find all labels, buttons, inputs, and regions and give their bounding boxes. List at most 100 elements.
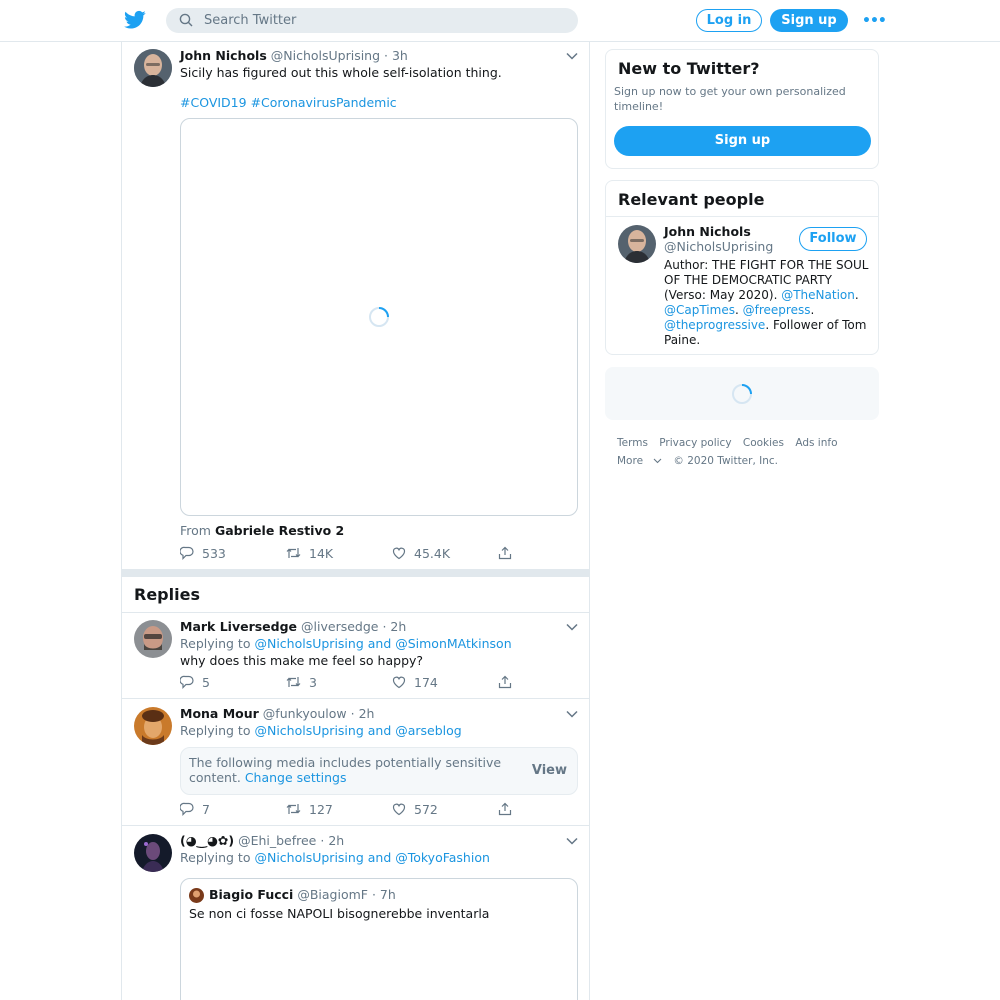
person-bio: Author: THE FIGHT FOR THE SOUL OF THE DE… — [664, 258, 872, 348]
person-handle[interactable]: @NicholsUprising — [664, 239, 773, 254]
new-to-twitter-title: New to Twitter? — [618, 59, 760, 78]
search-icon — [179, 13, 193, 27]
retweet-button[interactable]: 127 — [286, 799, 333, 819]
main-column: John Nichols @NicholsUprising · 3h Sicil… — [121, 42, 590, 1000]
share-button[interactable] — [498, 672, 520, 692]
avatar[interactable] — [134, 834, 172, 872]
avatar-john-nichols-image — [618, 225, 656, 263]
retweet-button[interactable]: 14K — [286, 543, 333, 563]
bio-punctuation: . — [810, 303, 815, 317]
reply-author-name[interactable]: Mark Liversedge — [180, 619, 297, 634]
avatar-mark-liversedge-image — [134, 620, 172, 658]
replying-to-users[interactable]: @NicholsUprising and @TokyoFashion — [254, 850, 489, 865]
view-sensitive-button[interactable]: View — [532, 763, 567, 778]
twitter-bird-icon[interactable] — [124, 10, 146, 30]
divider — [122, 825, 589, 826]
chevron-down-icon[interactable] — [566, 623, 578, 631]
new-to-twitter-card: New to Twitter? Sign up now to get your … — [605, 49, 879, 169]
replying-to-label: Replying to — [180, 723, 251, 738]
tweet-media[interactable] — [180, 118, 578, 516]
signup-button[interactable]: Sign up — [770, 9, 848, 32]
footer-cookies-link[interactable]: Cookies — [743, 437, 784, 449]
retweet-count: 127 — [309, 801, 333, 817]
footer-privacy-link[interactable]: Privacy policy — [659, 437, 731, 449]
quoted-time[interactable]: · 7h — [372, 887, 396, 902]
quoted-tweet[interactable]: Biagio Fucci @BiagiomF · 7h Se non ci fo… — [180, 878, 578, 1000]
replying-to-label: Replying to — [180, 636, 251, 651]
search-input[interactable] — [204, 8, 564, 33]
avatar-mona-mour-image — [134, 707, 172, 745]
top-bar: Log in Sign up ••• — [0, 0, 1000, 42]
bio-mention[interactable]: @theprogressive — [664, 318, 765, 332]
loading-spinner-icon — [732, 384, 752, 404]
bio-mention[interactable]: @freepress — [743, 303, 811, 317]
footer-terms-link[interactable]: Terms — [617, 437, 648, 449]
share-button[interactable] — [498, 799, 520, 819]
tweet-author-handle[interactable]: @NicholsUprising — [271, 48, 380, 63]
reply-button[interactable]: 533 — [180, 543, 226, 563]
avatar-biagio-fucci-image — [189, 888, 204, 903]
avatar[interactable] — [134, 49, 172, 87]
share-icon — [498, 802, 512, 816]
sidebar-footer: Terms Privacy policy Cookies Ads info Mo… — [617, 434, 877, 470]
like-icon — [392, 547, 406, 560]
change-settings-link[interactable]: Change settings — [245, 770, 347, 785]
retweet-count: 14K — [309, 545, 334, 561]
avatar[interactable] — [134, 707, 172, 745]
sidebar-signup-button[interactable]: Sign up — [614, 126, 871, 156]
login-button[interactable]: Log in — [696, 9, 762, 32]
reply-count: 5 — [202, 674, 210, 690]
like-button[interactable]: 572 — [392, 799, 438, 819]
reply-button[interactable]: 5 — [180, 672, 210, 692]
hashtag-coronaviruspandemic[interactable]: #CoronavirusPandemic — [251, 95, 397, 110]
tweet-text: Sicily has figured out this whole self-i… — [180, 65, 502, 80]
reply-count: 533 — [202, 545, 226, 561]
more-menu-button[interactable]: ••• — [862, 13, 887, 29]
replying-to-users[interactable]: @NicholsUprising and @SimonMAtkinson — [254, 636, 511, 651]
media-source-label: From — [180, 523, 211, 538]
reply-text: why does this make me feel so happy? — [180, 653, 424, 668]
like-button[interactable]: 45.4K — [392, 543, 450, 563]
reply-author-handle[interactable]: @Ehi_befree — [238, 833, 316, 848]
reply-actions: 7 127 572 — [180, 799, 580, 819]
footer-ads-link[interactable]: Ads info — [795, 437, 837, 449]
tweet-actions: 533 14K 45.4K — [180, 543, 580, 563]
media-source-name[interactable]: Gabriele Restivo 2 — [215, 523, 344, 538]
replying-to-users[interactable]: @NicholsUprising and @arseblog — [254, 723, 461, 738]
share-button[interactable] — [498, 543, 520, 563]
reply-time[interactable]: · 2h — [382, 619, 406, 634]
quoted-author-handle[interactable]: @BiagiomF — [297, 887, 368, 902]
avatar[interactable] — [134, 620, 172, 658]
chevron-down-icon[interactable] — [566, 837, 578, 845]
person-name[interactable]: John Nichols — [664, 224, 751, 239]
footer-more-button[interactable]: More — [617, 455, 662, 467]
reply-author-handle[interactable]: @funkyoulow — [263, 706, 347, 721]
chevron-down-icon[interactable] — [566, 710, 578, 718]
reply-time[interactable]: · 2h — [351, 706, 375, 721]
chevron-down-icon — [653, 458, 662, 464]
hashtag-covid19[interactable]: #COVID19 — [180, 95, 247, 110]
divider — [606, 216, 878, 217]
bio-mention[interactable]: @CapTimes — [664, 303, 735, 317]
reply-time[interactable]: · 2h — [320, 833, 344, 848]
follow-button[interactable]: Follow — [799, 227, 867, 251]
bio-mention[interactable]: @TheNation — [781, 288, 855, 302]
chevron-down-icon[interactable] — [566, 52, 578, 60]
reply-icon — [180, 675, 194, 689]
avatar[interactable] — [618, 225, 656, 263]
reply-actions: 5 3 174 — [180, 672, 580, 692]
retweet-count: 3 — [309, 674, 317, 690]
like-button[interactable]: 174 — [392, 672, 438, 692]
tweet-author-name[interactable]: John Nichols — [180, 48, 267, 63]
search-box[interactable] — [166, 8, 578, 33]
tweet-time[interactable]: · 3h — [384, 48, 408, 63]
reply-author-name[interactable]: (◕‿◕✿) — [180, 833, 234, 848]
retweet-button[interactable]: 3 — [286, 672, 317, 692]
replies-heading: Replies — [134, 585, 200, 604]
quoted-author-name[interactable]: Biagio Fucci — [209, 887, 293, 902]
share-icon — [498, 675, 512, 689]
reply-button[interactable]: 7 — [180, 799, 210, 819]
reply-author-name[interactable]: Mona Mour — [180, 706, 259, 721]
reply-icon — [180, 546, 194, 560]
reply-author-handle[interactable]: @liversedge — [301, 619, 378, 634]
